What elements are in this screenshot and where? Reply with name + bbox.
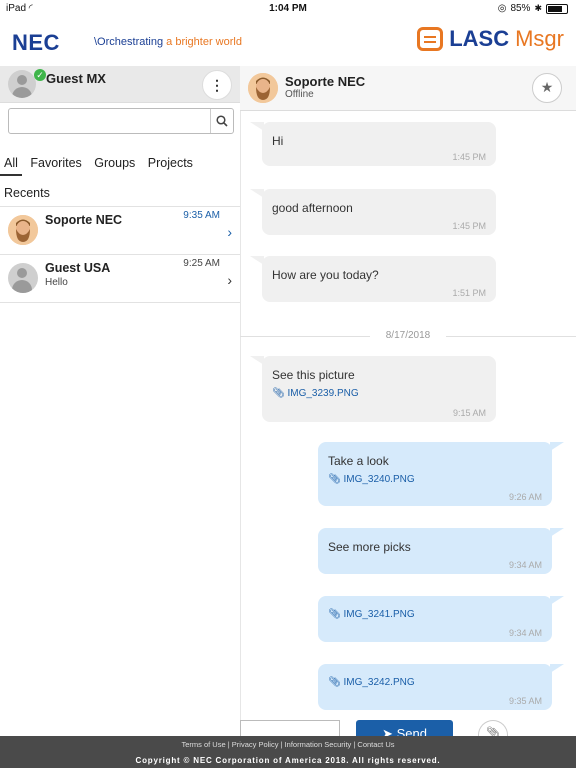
message-time: 1:51 PM — [452, 288, 486, 298]
current-user-name: Guest MX — [46, 71, 106, 86]
contacts-sidebar: ✓ Guest MX ⋮ All Favorites Groups Projec… — [0, 66, 241, 736]
search-input[interactable] — [13, 112, 207, 132]
tab-all[interactable]: All — [0, 152, 22, 176]
attachment-link[interactable]: 📎︎ IMG_3239.PNG — [272, 388, 359, 399]
message-text: See this picture — [272, 368, 355, 382]
lasc-msgr-logo: LASC Msgr — [417, 26, 564, 52]
lock-rotation-icon: ◎ — [497, 3, 507, 14]
tagline: \Orchestrating a brighter world — [94, 36, 242, 48]
contact-name: Guest USA — [45, 261, 111, 275]
status-right: ◎ 85% ✱ — [498, 3, 568, 14]
message-bubble: See more picks 9:34 AM — [318, 528, 564, 574]
message-text: good afternoon — [272, 201, 353, 215]
copyright: Copyright © NEC Corporation of America 2… — [135, 756, 441, 765]
attachment-link[interactable]: 📎︎ IMG_3241.PNG — [328, 609, 415, 620]
search-button[interactable] — [210, 109, 233, 133]
message-time: 1:45 PM — [452, 152, 486, 162]
chevron-right-icon: › — [227, 224, 232, 240]
divider — [446, 336, 576, 337]
filter-tabs: All Favorites Groups Projects — [0, 152, 240, 176]
nec-logo: NEC — [12, 30, 60, 55]
message-bubble: How are you today? 1:51 PM — [250, 256, 496, 302]
message-bubble: See this picture 📎︎ IMG_3239.PNG 9:15 AM — [250, 356, 496, 422]
attachment-link[interactable]: 📎︎ IMG_3240.PNG — [328, 474, 415, 485]
message-time: 9:26 AM — [508, 492, 542, 502]
battery-percent: 85% — [510, 3, 531, 14]
tab-row-2: Recents — [0, 182, 55, 204]
message-bubble: good afternoon 1:45 PM — [250, 189, 496, 235]
chat-contact-status: Offline — [285, 89, 314, 100]
message-text: Take a look — [328, 454, 389, 468]
paperclip-icon: 📎︎ — [272, 388, 285, 399]
tagline-suffix: a brighter world — [166, 36, 242, 48]
message-bubble: 📎︎ IMG_3241.PNG 9:34 AM — [318, 596, 564, 642]
tab-favorites[interactable]: Favorites — [26, 152, 85, 174]
paperclip-icon: 📎︎ — [328, 677, 341, 688]
tab-recents[interactable]: Recents — [0, 182, 54, 204]
message-list: Hi 1:45 PM good afternoon 1:45 PM How ar… — [240, 110, 576, 710]
contact-name: Soporte NEC — [45, 213, 123, 227]
tagline-prefix: \Orchestrating — [94, 36, 164, 48]
chevron-right-icon: › — [227, 272, 232, 288]
search-icon — [216, 115, 228, 127]
status-bar: iPad ◜ 1:04 PM ◎ 85% ✱ — [0, 0, 576, 18]
contact-link[interactable]: Contact Us — [357, 740, 394, 749]
contact-preview: Hello — [45, 277, 68, 288]
star-icon[interactable]: ★ — [532, 73, 562, 103]
contact-time: 9:25 AM — [183, 258, 220, 269]
terms-link[interactable]: Terms of Use — [181, 740, 225, 749]
message-bubble: 📎︎ IMG_3242.PNG 9:35 AM — [318, 664, 564, 710]
contact-time: 9:35 AM — [183, 210, 220, 221]
security-link[interactable]: Information Security — [285, 740, 352, 749]
tab-projects[interactable]: Projects — [144, 152, 197, 174]
message-time: 9:15 AM — [452, 408, 486, 418]
message-bubble: Take a look 📎︎ IMG_3240.PNG 9:26 AM — [318, 442, 564, 506]
attachment-name: IMG_3242.PNG — [343, 677, 415, 688]
attachment-name: IMG_3239.PNG — [287, 388, 359, 399]
footer-links: Terms of Use | Privacy Policy | Informat… — [181, 740, 395, 749]
chat-contact-name: Soporte NEC — [285, 74, 366, 89]
message-time: 1:45 PM — [452, 221, 486, 231]
avatar-icon — [8, 70, 36, 98]
message-text: Hi — [272, 134, 284, 148]
attachment-name: IMG_3241.PNG — [343, 609, 415, 620]
message-text: How are you today? — [272, 268, 379, 282]
search-box — [8, 108, 234, 134]
message-time: 9:35 AM — [508, 696, 542, 706]
message-time: 9:34 AM — [508, 628, 542, 638]
paperclip-icon: 📎︎ — [328, 474, 341, 485]
contact-item-soporte-nec[interactable]: Soporte NEC 9:35 AM › — [0, 207, 240, 255]
attachment-link[interactable]: 📎︎ IMG_3242.PNG — [328, 677, 415, 688]
logo-msgr: Msgr — [515, 26, 564, 51]
kebab-menu-icon[interactable]: ⋮ — [202, 70, 232, 100]
avatar-icon — [8, 263, 38, 293]
contact-item-guest-usa[interactable]: Guest USA 9:25 AM Hello › — [0, 255, 240, 303]
logo-lasc: LASC — [449, 26, 510, 51]
tab-groups[interactable]: Groups — [90, 152, 139, 174]
app-header: NEC \Orchestrating a brighter world LASC… — [0, 18, 576, 66]
status-time: 1:04 PM — [269, 3, 307, 14]
privacy-link[interactable]: Privacy Policy — [232, 740, 279, 749]
message-time: 9:34 AM — [508, 560, 542, 570]
message-text: See more picks — [328, 540, 411, 554]
battery-icon — [546, 3, 568, 14]
message-bubble: Hi 1:45 PM — [250, 122, 496, 166]
chat-bubble-icon — [417, 27, 444, 51]
online-check-icon: ✓ — [34, 69, 46, 81]
contact-list: Soporte NEC 9:35 AM › Guest USA 9:25 AM … — [0, 206, 240, 303]
avatar-icon — [248, 73, 278, 103]
chat-header: Soporte NEC Offline ★ — [240, 66, 576, 111]
avatar-icon — [8, 215, 38, 245]
bluetooth-icon: ✱ — [534, 3, 542, 13]
paperclip-icon: 📎︎ — [328, 609, 341, 620]
date-separator: 8/17/2018 — [240, 330, 576, 342]
footer: Terms of Use | Privacy Policy | Informat… — [0, 736, 576, 768]
user-bar: ✓ Guest MX ⋮ — [0, 66, 240, 103]
attachment-name: IMG_3240.PNG — [343, 474, 415, 485]
